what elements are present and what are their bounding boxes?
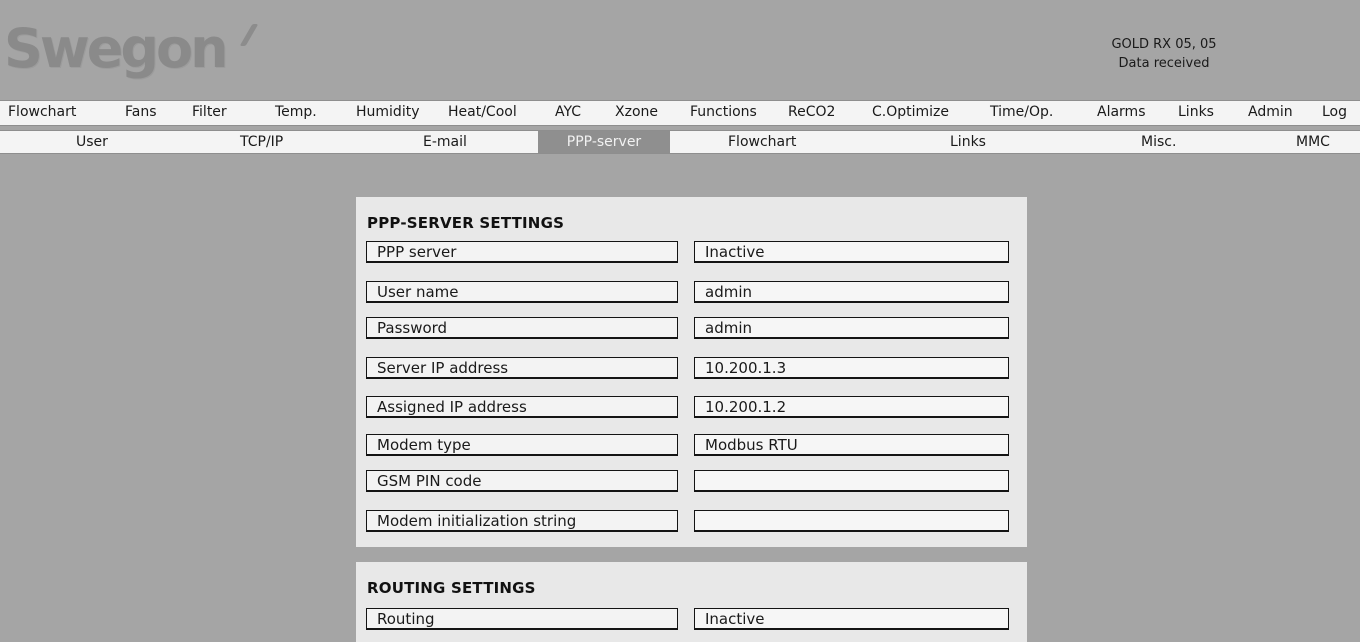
- subnav-misc[interactable]: Misc.: [1141, 131, 1176, 153]
- main-nav: Flowchart Fans Filter Temp. Humidity Hea…: [0, 100, 1360, 126]
- connection-status: Data received: [1118, 56, 1210, 71]
- subnav-tcp-ip[interactable]: TCP/IP: [240, 131, 283, 153]
- subnav-user[interactable]: User: [76, 131, 108, 153]
- setting-label: Routing: [366, 608, 678, 630]
- subnav-ppp-server[interactable]: PPP-server: [538, 131, 670, 153]
- swegon-logo: Swegon: [4, 17, 229, 80]
- nav-reco2[interactable]: ReCO2: [788, 104, 835, 120]
- password-field[interactable]: admin: [694, 317, 1009, 339]
- nav-c-optimize[interactable]: C.Optimize: [872, 104, 949, 120]
- header: Swegon GOLD RX 05, 05 Data received: [0, 14, 1360, 94]
- setting-label: Modem initialization string: [366, 510, 678, 532]
- subnav-email[interactable]: E-mail: [423, 131, 467, 153]
- nav-flowchart[interactable]: Flowchart: [8, 104, 76, 120]
- gsm-pin-field[interactable]: [694, 470, 1009, 492]
- setting-label: User name: [366, 281, 678, 303]
- nav-admin[interactable]: Admin: [1248, 104, 1293, 120]
- user-name-field[interactable]: admin: [694, 281, 1009, 303]
- setting-label: Password: [366, 317, 678, 339]
- nav-time-op[interactable]: Time/Op.: [990, 104, 1053, 120]
- server-ip-field[interactable]: 10.200.1.3: [694, 357, 1009, 379]
- nav-heat-cool[interactable]: Heat/Cool: [448, 104, 517, 120]
- nav-links[interactable]: Links: [1178, 104, 1214, 120]
- subnav-links[interactable]: Links: [950, 131, 986, 153]
- subnav-flowchart[interactable]: Flowchart: [728, 131, 796, 153]
- routing-settings-panel: ROUTING SETTINGS Routing Inactive: [356, 562, 1027, 642]
- nav-alarms[interactable]: Alarms: [1097, 104, 1146, 120]
- nav-fans[interactable]: Fans: [125, 104, 157, 120]
- nav-ayc[interactable]: AYC: [555, 104, 581, 120]
- modem-type-value[interactable]: Modbus RTU: [694, 434, 1009, 456]
- nav-xzone[interactable]: Xzone: [615, 104, 658, 120]
- ppp-server-value[interactable]: Inactive: [694, 241, 1009, 263]
- logo-accent-mark: [239, 24, 259, 46]
- ppp-server-settings-panel: PPP-SERVER SETTINGS PPP server Inactive …: [356, 197, 1027, 547]
- sub-nav: User TCP/IP E-mail PPP-server Flowchart …: [0, 130, 1360, 154]
- setting-label: Server IP address: [366, 357, 678, 379]
- routing-value[interactable]: Inactive: [694, 608, 1009, 630]
- modem-init-string-field[interactable]: [694, 510, 1009, 532]
- setting-label: Assigned IP address: [366, 396, 678, 418]
- subnav-mmc[interactable]: MMC: [1296, 131, 1330, 153]
- setting-label: Modem type: [366, 434, 678, 456]
- nav-log[interactable]: Log: [1322, 104, 1347, 120]
- device-name: GOLD RX 05, 05: [1111, 37, 1217, 52]
- device-status-block: GOLD RX 05, 05 Data received: [1050, 35, 1278, 73]
- setting-label: PPP server: [366, 241, 678, 263]
- panel-title: PPP-SERVER SETTINGS: [367, 214, 565, 232]
- setting-label: GSM PIN code: [366, 470, 678, 492]
- nav-filter[interactable]: Filter: [192, 104, 227, 120]
- nav-functions[interactable]: Functions: [690, 104, 757, 120]
- assigned-ip-field[interactable]: 10.200.1.2: [694, 396, 1009, 418]
- panel-title: ROUTING SETTINGS: [367, 579, 536, 597]
- nav-temp[interactable]: Temp.: [275, 104, 317, 120]
- nav-humidity[interactable]: Humidity: [356, 104, 419, 120]
